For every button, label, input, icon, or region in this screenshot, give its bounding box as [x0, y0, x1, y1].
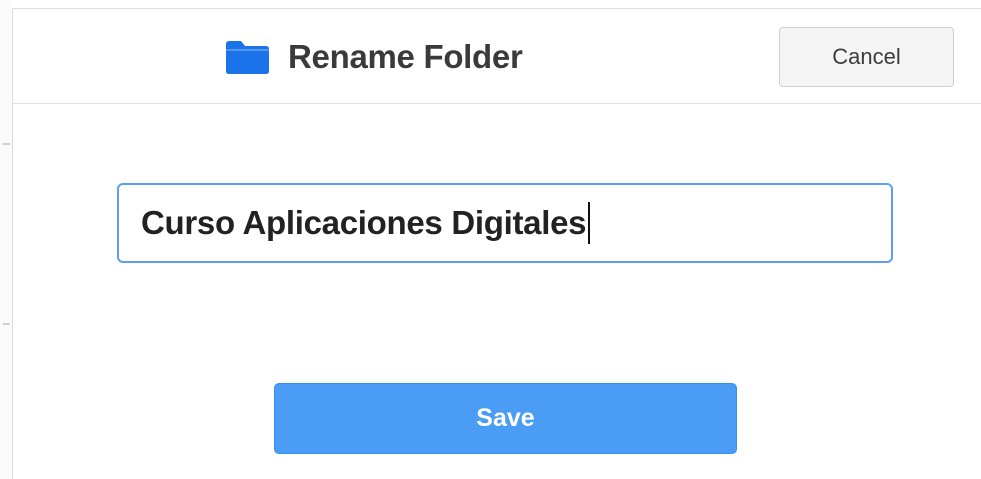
folder-icon	[226, 40, 269, 74]
background-page-edge	[0, 0, 12, 479]
background-tick	[3, 323, 10, 325]
cancel-button[interactable]: Cancel	[779, 27, 954, 87]
background-tick	[3, 143, 10, 145]
rename-folder-dialog: Rename Folder Cancel Curso Aplicaciones …	[12, 8, 981, 479]
folder-name-input[interactable]: Curso Aplicaciones Digitales	[117, 183, 893, 263]
dialog-title-group: Rename Folder	[226, 35, 523, 79]
text-caret	[588, 202, 591, 244]
folder-name-value: Curso Aplicaciones Digitales	[141, 204, 587, 241]
dialog-header: Rename Folder Cancel	[13, 9, 981, 104]
save-button[interactable]: Save	[274, 383, 737, 454]
dialog-title: Rename Folder	[288, 38, 523, 75]
